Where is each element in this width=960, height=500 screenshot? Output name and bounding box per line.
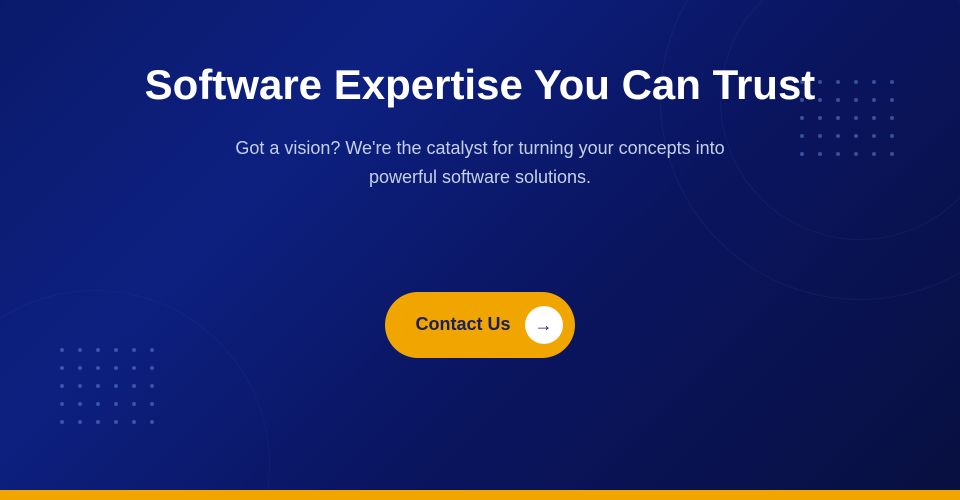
dot bbox=[114, 420, 118, 424]
cta-arrow-circle: → bbox=[525, 306, 563, 344]
dot bbox=[818, 116, 822, 120]
dot bbox=[96, 348, 100, 352]
dot bbox=[836, 80, 840, 84]
dot bbox=[114, 384, 118, 388]
dot bbox=[872, 80, 876, 84]
dot bbox=[114, 366, 118, 370]
dot bbox=[150, 384, 154, 388]
dot bbox=[96, 384, 100, 388]
dot bbox=[78, 348, 82, 352]
contact-us-button[interactable]: Contact Us → bbox=[385, 292, 574, 358]
dot bbox=[114, 348, 118, 352]
dot bbox=[818, 98, 822, 102]
cta-button-label: Contact Us bbox=[415, 314, 510, 335]
dot bbox=[150, 348, 154, 352]
dot bbox=[854, 116, 858, 120]
dot bbox=[836, 134, 840, 138]
hero-section: Software Expertise You Can Trust Got a v… bbox=[0, 0, 960, 490]
bottom-accent-bar bbox=[0, 490, 960, 500]
dot bbox=[150, 366, 154, 370]
dot bbox=[872, 152, 876, 156]
dot bbox=[96, 420, 100, 424]
dot bbox=[78, 384, 82, 388]
dot bbox=[800, 134, 804, 138]
dot bbox=[60, 366, 64, 370]
dot bbox=[818, 80, 822, 84]
dot bbox=[872, 116, 876, 120]
dot bbox=[836, 98, 840, 102]
dot bbox=[854, 80, 858, 84]
dot bbox=[800, 116, 804, 120]
dot bbox=[836, 116, 840, 120]
dot bbox=[890, 116, 894, 120]
hero-subtitle: Got a vision? We're the catalyst for tur… bbox=[200, 134, 760, 192]
dot bbox=[78, 420, 82, 424]
dot bbox=[60, 402, 64, 406]
dot bbox=[96, 402, 100, 406]
dot bbox=[890, 134, 894, 138]
dot bbox=[800, 152, 804, 156]
arrow-icon: → bbox=[535, 316, 553, 334]
dot bbox=[132, 402, 136, 406]
dot bbox=[60, 348, 64, 352]
dot bbox=[890, 80, 894, 84]
dot bbox=[132, 384, 136, 388]
dot bbox=[150, 420, 154, 424]
hero-title: Software Expertise You Can Trust bbox=[145, 60, 816, 110]
dot bbox=[132, 348, 136, 352]
dot bbox=[78, 366, 82, 370]
dot bbox=[872, 134, 876, 138]
dot bbox=[836, 152, 840, 156]
dot bbox=[818, 152, 822, 156]
dot bbox=[854, 98, 858, 102]
dot bbox=[132, 366, 136, 370]
dot bbox=[854, 152, 858, 156]
dot bbox=[872, 98, 876, 102]
dot bbox=[890, 98, 894, 102]
dot bbox=[854, 134, 858, 138]
dot bbox=[78, 402, 82, 406]
page-wrapper: Software Expertise You Can Trust Got a v… bbox=[0, 0, 960, 500]
dot bbox=[60, 420, 64, 424]
dots-bottom-left bbox=[60, 348, 160, 430]
dot bbox=[818, 134, 822, 138]
dot bbox=[60, 384, 64, 388]
dot bbox=[114, 402, 118, 406]
dot bbox=[96, 366, 100, 370]
dot bbox=[890, 152, 894, 156]
dot bbox=[132, 420, 136, 424]
dot bbox=[150, 402, 154, 406]
